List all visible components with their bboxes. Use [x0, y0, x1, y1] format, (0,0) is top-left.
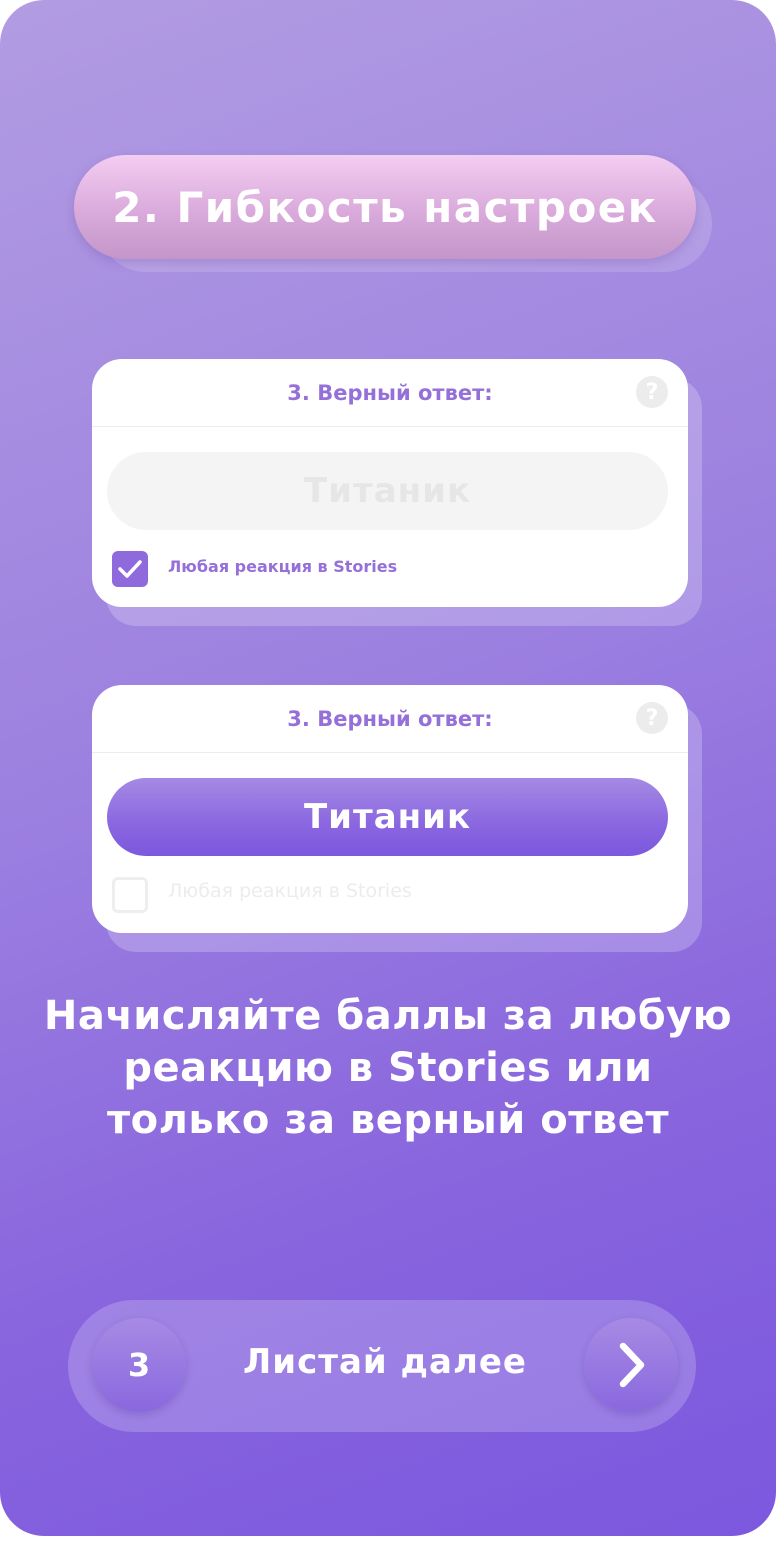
description-text: Начисляйте баллы за любую реакцию в Stor…: [43, 993, 733, 1143]
story-frame: 2. Гибкость настроек 3. Верный ответ: ? …: [0, 0, 776, 1536]
card-header-title: 3. Верный ответ:: [287, 706, 493, 731]
checkmark-icon: [118, 560, 142, 578]
answer-card-1: 3. Верный ответ: ? Титаник Любая реакция…: [92, 359, 688, 607]
page-number-badge: 3: [92, 1318, 186, 1412]
answer-card-2: 3. Верный ответ: ? Титаник Любая реакция…: [92, 685, 688, 933]
chevron-right-icon: [619, 1342, 645, 1388]
card-header: 3. Верный ответ: ?: [92, 685, 688, 753]
any-reaction-checkbox[interactable]: [112, 551, 148, 587]
next-label[interactable]: Листай далее: [186, 1342, 584, 1382]
page-title: 2. Гибкость настроек: [112, 182, 658, 232]
card-header-title: 3. Верный ответ:: [287, 380, 493, 405]
any-reaction-checkbox[interactable]: [112, 877, 148, 913]
answer-field[interactable]: Титаник: [107, 452, 668, 530]
help-icon[interactable]: ?: [636, 376, 668, 408]
title-pill: 2. Гибкость настроек: [74, 155, 696, 259]
help-icon[interactable]: ?: [636, 702, 668, 734]
answer-field[interactable]: Титаник: [107, 778, 668, 856]
checkbox-label: Любая реакция в Stories: [168, 557, 398, 576]
next-button[interactable]: [584, 1318, 678, 1412]
checkbox-label: Любая реакция в Stories: [168, 880, 412, 902]
card-header: 3. Верный ответ: ?: [92, 359, 688, 427]
